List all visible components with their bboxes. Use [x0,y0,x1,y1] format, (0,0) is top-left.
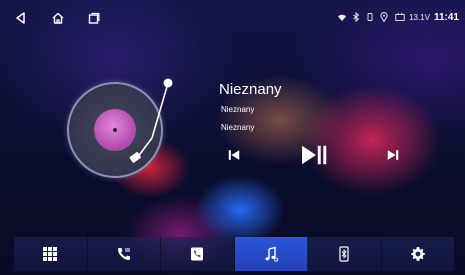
home-icon [52,12,64,24]
bluetooth-phone-icon [339,246,349,262]
previous-track-button[interactable] [226,147,242,163]
settings-gear-icon [410,247,425,261]
dock-apps-button[interactable] [14,237,88,271]
apps-grid-icon [43,247,58,261]
location-icon [380,12,388,22]
bluetooth-icon [353,12,360,22]
play-pause-button[interactable] [298,142,332,168]
dock-settings-button[interactable] [381,237,454,271]
track-title: Nieznany [219,81,282,98]
status-bar: 13.1V 11:41 [0,0,465,34]
phone-status-icon [367,13,373,21]
next-track-button[interactable] [385,147,401,163]
wifi-icon [338,14,347,21]
recent-apps-icon [88,12,100,24]
battery-icon [395,13,405,21]
track-artist: Nieznany [221,105,255,114]
music-icon [265,246,278,262]
track-album: Nieznany [221,123,255,132]
dock-contacts-button[interactable] [161,237,235,271]
back-button[interactable] [12,9,30,27]
phone-icon [117,248,130,260]
contacts-icon [191,247,204,261]
vinyl-center-hole [113,128,117,132]
album-art-vinyl [67,82,163,178]
recent-apps-button[interactable] [85,9,103,27]
next-icon [387,150,399,160]
home-button[interactable] [49,9,67,27]
app-dock [14,237,454,271]
dock-bluetooth-phone-button[interactable] [308,237,382,271]
dock-music-button[interactable] [234,237,308,271]
previous-icon [228,150,240,160]
system-status: 13.1V 11:41 [337,10,459,24]
dock-phone-button[interactable] [87,237,161,271]
back-icon [16,12,25,24]
voltage-readout: 13.1V [409,12,430,22]
play-pause-icon [302,145,327,165]
clock-time: 11:41 [433,11,459,23]
